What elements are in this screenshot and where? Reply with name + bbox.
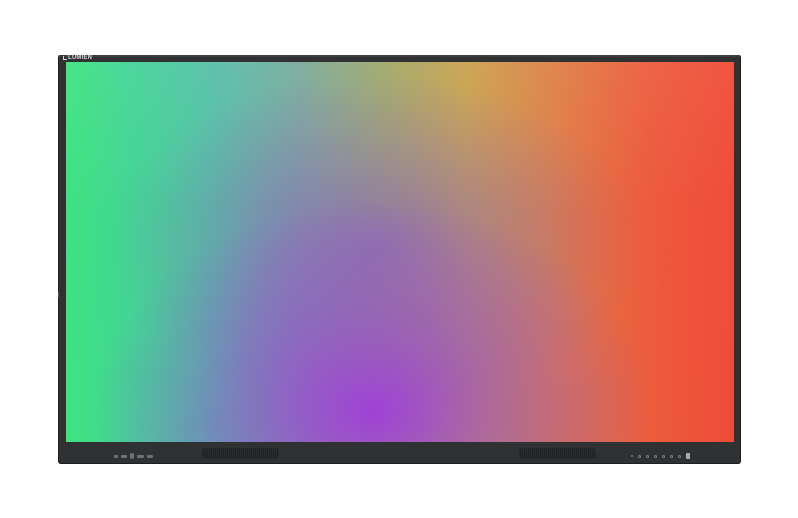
left-speaker-grille [203,449,278,458]
touch-usb-port-icon [147,454,153,458]
brand-logo: LUMIEN [63,55,92,61]
volume-down-button[interactable] [654,454,657,458]
brand-name: LUMIEN [68,55,93,61]
front-button-panel [631,451,690,461]
screen-gradient-overlay [66,62,734,442]
side-indicator [58,292,59,298]
eye-care-button[interactable] [678,454,681,458]
power-button[interactable] [686,453,690,459]
right-speaker-grille [520,449,595,458]
usb-port-icon [114,454,118,458]
bezel-top-edge [58,55,741,57]
brand-mark-icon [63,56,67,60]
usb-c-port-icon [130,453,134,459]
usb-port-icon [121,454,127,458]
hdmi-port-icon [137,454,144,458]
display-screen [66,62,734,442]
light-sensor-icon [631,455,633,457]
menu-button[interactable] [646,454,649,458]
input-button[interactable] [638,454,641,458]
volume-up-button[interactable] [662,454,665,458]
home-button[interactable] [670,454,673,458]
product-image: LUMIEN [0,0,798,518]
front-ports [114,452,153,460]
